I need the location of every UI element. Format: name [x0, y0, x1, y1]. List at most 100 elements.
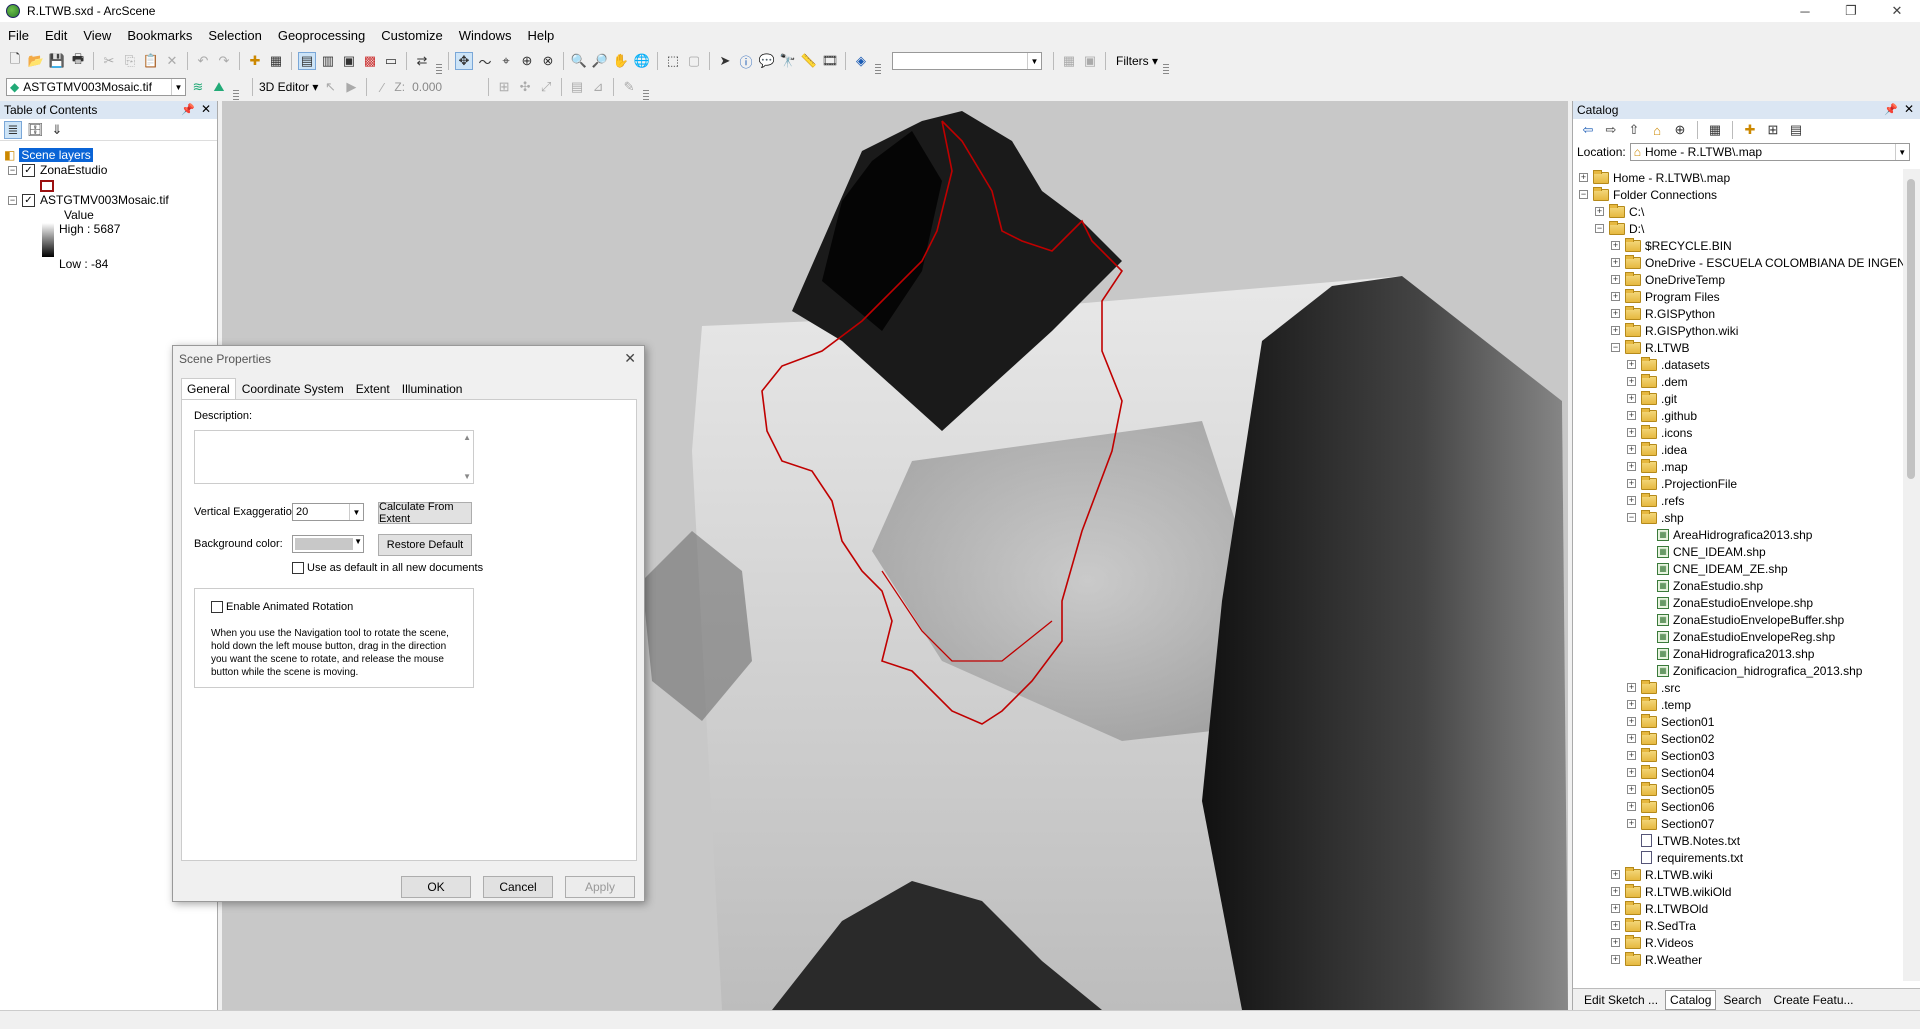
animation-icon[interactable]: 🎞 — [821, 52, 839, 70]
catalog-tree-item[interactable]: + Section05 — [1627, 781, 1714, 798]
new-folder-icon[interactable]: ✚ — [1741, 121, 1759, 139]
redo-icon[interactable]: ↷ — [215, 52, 233, 70]
catalog-tree-item[interactable]: + OneDrive - ESCUELA COLOMBIANA DE INGEN — [1611, 254, 1903, 271]
expand-icon[interactable]: + — [1627, 411, 1636, 420]
expand-icon[interactable]: + — [1611, 938, 1620, 947]
tab-general[interactable]: General — [181, 378, 236, 400]
catalog-tree-item[interactable]: ▦ ZonaEstudioEnvelopeBuffer.shp — [1643, 611, 1844, 628]
pin-icon[interactable]: 📌 — [1884, 103, 1898, 116]
expand-icon[interactable]: + — [1627, 717, 1636, 726]
catalog-tree-item[interactable]: + .dem — [1627, 373, 1688, 390]
catalog-tree-item[interactable]: + R.GISPython.wiki — [1611, 322, 1738, 339]
expand-icon[interactable]: + — [1611, 241, 1620, 250]
use-default-checkbox[interactable] — [292, 562, 304, 574]
select-features-icon[interactable]: ⬚ — [664, 52, 682, 70]
layer-row-astgtm[interactable]: − ✓ ASTGTMV003Mosaic.tif — [8, 193, 169, 207]
expand-icon[interactable]: + — [1579, 173, 1588, 182]
layer-combo[interactable]: ◆ ASTGTMV003Mosaic.tif ▼ — [6, 78, 186, 96]
model-builder-icon[interactable]: ⇄ — [413, 52, 431, 70]
catalog-tree-item[interactable]: + R.LTWBOld — [1611, 900, 1708, 917]
toolbox-icon[interactable]: ▩ — [361, 52, 379, 70]
expand-icon[interactable]: + — [1627, 768, 1636, 777]
expand-icon[interactable]: + — [1611, 292, 1620, 301]
cut-icon[interactable]: ✂ — [100, 52, 118, 70]
catalog-tree-item[interactable]: + .temp — [1627, 696, 1691, 713]
add-data-icon[interactable]: ✚ — [246, 52, 264, 70]
scroll-down-icon[interactable]: ▼ — [463, 472, 471, 481]
tab-coordinate-system[interactable]: Coordinate System — [236, 378, 350, 400]
identify-icon[interactable]: ⓘ — [737, 52, 755, 70]
toc-window-icon[interactable]: ▤ — [298, 52, 316, 70]
catalog-tree-item[interactable]: + .refs — [1627, 492, 1684, 509]
calculate-from-extent-button[interactable]: Calculate From Extent — [378, 501, 472, 525]
catalog-tree-item[interactable]: + Section01 — [1627, 713, 1714, 730]
3d-editor-menu[interactable]: 3D Editor ▾ — [259, 80, 318, 94]
apply-button[interactable]: Apply — [565, 876, 635, 898]
expand-icon[interactable]: + — [1611, 904, 1620, 913]
menu-geoprocessing[interactable]: Geoprocessing — [270, 28, 373, 43]
visibility-checkbox[interactable]: ✓ — [22, 163, 35, 177]
3d-effects-icon[interactable]: ◈ — [852, 52, 870, 70]
tab-extent[interactable]: Extent — [350, 378, 396, 400]
catalog-scrollbar[interactable] — [1903, 169, 1920, 981]
catalog-tree-item[interactable]: + C:\ — [1595, 203, 1644, 220]
expand-icon[interactable]: + — [1627, 700, 1636, 709]
collapse-icon[interactable]: − — [1595, 224, 1604, 233]
list-by-drawing-order-icon[interactable]: ≣ — [4, 120, 22, 139]
catalog-tree-item[interactable]: + .datasets — [1627, 356, 1710, 373]
menu-bookmarks[interactable]: Bookmarks — [119, 28, 200, 43]
undo-icon[interactable]: ↶ — [194, 52, 212, 70]
tab-catalog[interactable]: Catalog — [1665, 989, 1717, 1010]
expand-icon[interactable]: + — [1627, 819, 1636, 828]
expand-icon[interactable]: + — [1627, 360, 1636, 369]
z-value-field[interactable]: 0.000 — [412, 80, 482, 94]
collapse-icon[interactable]: − — [1579, 190, 1588, 199]
sketch-props-icon[interactable]: ⊿ — [589, 78, 607, 96]
catalog-tree-item[interactable]: requirements.txt — [1627, 849, 1743, 866]
catalog-tree-item[interactable]: + R.LTWB.wiki — [1611, 866, 1713, 883]
catalog-tree-item[interactable]: + Section02 — [1627, 730, 1714, 747]
catalog-tree-item[interactable]: + $RECYCLE.BIN — [1611, 237, 1732, 254]
ok-button[interactable]: OK — [401, 876, 471, 898]
catalog-tree-item[interactable]: + .src — [1627, 679, 1680, 696]
catalog-tree-item[interactable]: + .idea — [1627, 441, 1687, 458]
layout-grid-icon[interactable]: ▦ — [1060, 52, 1078, 70]
paste-icon[interactable]: 📋 — [142, 52, 160, 70]
pan-hand-icon[interactable]: ✋ — [612, 52, 630, 70]
edit-tool-icon[interactable]: ↖ — [321, 78, 339, 96]
move-icon[interactable]: ⊞ — [495, 78, 513, 96]
expand-icon[interactable]: + — [1611, 258, 1620, 267]
tab-create-features[interactable]: Create Featu... — [1768, 990, 1858, 1010]
select-elements-arrow-icon[interactable]: ➤ — [716, 52, 734, 70]
catalog-tree-item[interactable]: − .shp — [1627, 509, 1684, 526]
menu-selection[interactable]: Selection — [200, 28, 269, 43]
rotate-icon[interactable]: ✣ — [516, 78, 534, 96]
catalog-tree-item[interactable]: ▦ CNE_IDEAM_ZE.shp — [1643, 560, 1788, 577]
expand-icon[interactable]: + — [1611, 309, 1620, 318]
copy-icon[interactable]: ⎘ — [121, 52, 139, 70]
attributes-icon[interactable]: ▤ — [568, 78, 586, 96]
python-window-icon[interactable]: ▭ — [382, 52, 400, 70]
expand-icon[interactable]: + — [1611, 275, 1620, 284]
expand-icon[interactable]: + — [1611, 326, 1620, 335]
vertical-exaggeration-combo[interactable]: 20 ▼ — [292, 503, 364, 521]
expand-icon[interactable]: + — [1627, 394, 1636, 403]
catalog-tree-item[interactable]: ▦ Zonificacion_hidrografica_2013.shp — [1643, 662, 1862, 679]
home-icon[interactable]: ⌂ — [1648, 121, 1666, 139]
expand-icon[interactable]: + — [1627, 734, 1636, 743]
catalog-tree-item[interactable]: ▦ CNE_IDEAM.shp — [1643, 543, 1766, 560]
catalog-tree-item[interactable]: ▦ AreaHidrografica2013.shp — [1643, 526, 1812, 543]
expand-icon[interactable]: + — [1627, 428, 1636, 437]
tab-search[interactable]: Search — [1718, 990, 1766, 1010]
catalog-tree-item[interactable]: + R.LTWB.wikiOld — [1611, 883, 1731, 900]
catalog-tree-item[interactable]: − Folder Connections — [1579, 186, 1717, 203]
catalog-tree-item[interactable]: + R.GISPython — [1611, 305, 1715, 322]
collapse-icon[interactable]: − — [8, 195, 17, 205]
catalog-tree-item[interactable]: ▦ ZonaHidrografica2013.shp — [1643, 645, 1814, 662]
filters-menu[interactable]: Filters ▾ — [1116, 54, 1158, 68]
hierarchy-icon[interactable]: ⊞ — [1764, 121, 1782, 139]
catalog-tree-item[interactable]: + Section06 — [1627, 798, 1714, 815]
expand-icon[interactable]: + — [1627, 802, 1636, 811]
contour-tool-icon[interactable]: ≋ — [189, 78, 207, 96]
collapse-icon[interactable]: − — [8, 165, 17, 175]
